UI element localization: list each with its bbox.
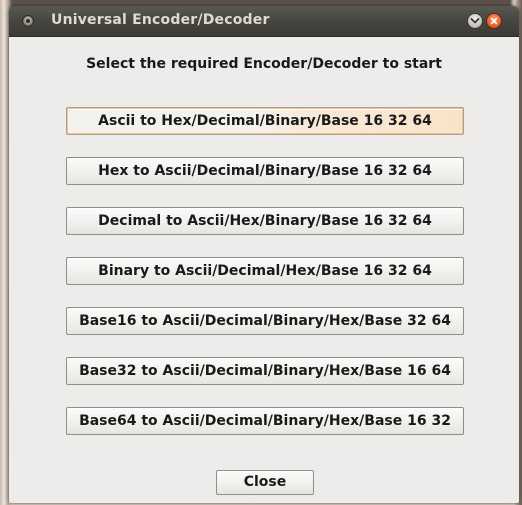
instruction-text: Select the required Encoder/Decoder to s… bbox=[86, 56, 442, 72]
close-window-button[interactable] bbox=[486, 13, 502, 29]
binary-converter-button[interactable]: Binary to Ascii/Decimal/Hex/Base 16 32 6… bbox=[66, 257, 464, 285]
minimize-button[interactable] bbox=[467, 13, 483, 29]
window-menu-icon[interactable] bbox=[22, 15, 34, 27]
chevron-down-icon bbox=[470, 18, 480, 24]
close-icon bbox=[490, 17, 498, 25]
base64-converter-button[interactable]: Base64 to Ascii/Decimal/Binary/Hex/Base … bbox=[66, 407, 464, 435]
window-title: Universal Encoder/Decoder bbox=[51, 12, 270, 28]
close-button[interactable]: Close bbox=[216, 470, 314, 495]
dialog-body: Select the required Encoder/Decoder to s… bbox=[9, 37, 519, 503]
hex-converter-button[interactable]: Hex to Ascii/Decimal/Binary/Base 16 32 6… bbox=[66, 157, 464, 185]
decimal-converter-button[interactable]: Decimal to Ascii/Hex/Binary/Base 16 32 6… bbox=[66, 207, 464, 235]
ascii-converter-button[interactable]: Ascii to Hex/Decimal/Binary/Base 16 32 6… bbox=[66, 107, 464, 135]
app-window: Universal Encoder/Decoder Select the req… bbox=[9, 6, 519, 503]
base32-converter-button[interactable]: Base32 to Ascii/Decimal/Binary/Hex/Base … bbox=[66, 357, 464, 385]
base16-converter-button[interactable]: Base16 to Ascii/Decimal/Binary/Hex/Base … bbox=[66, 307, 464, 335]
title-bar[interactable]: Universal Encoder/Decoder bbox=[9, 6, 519, 37]
